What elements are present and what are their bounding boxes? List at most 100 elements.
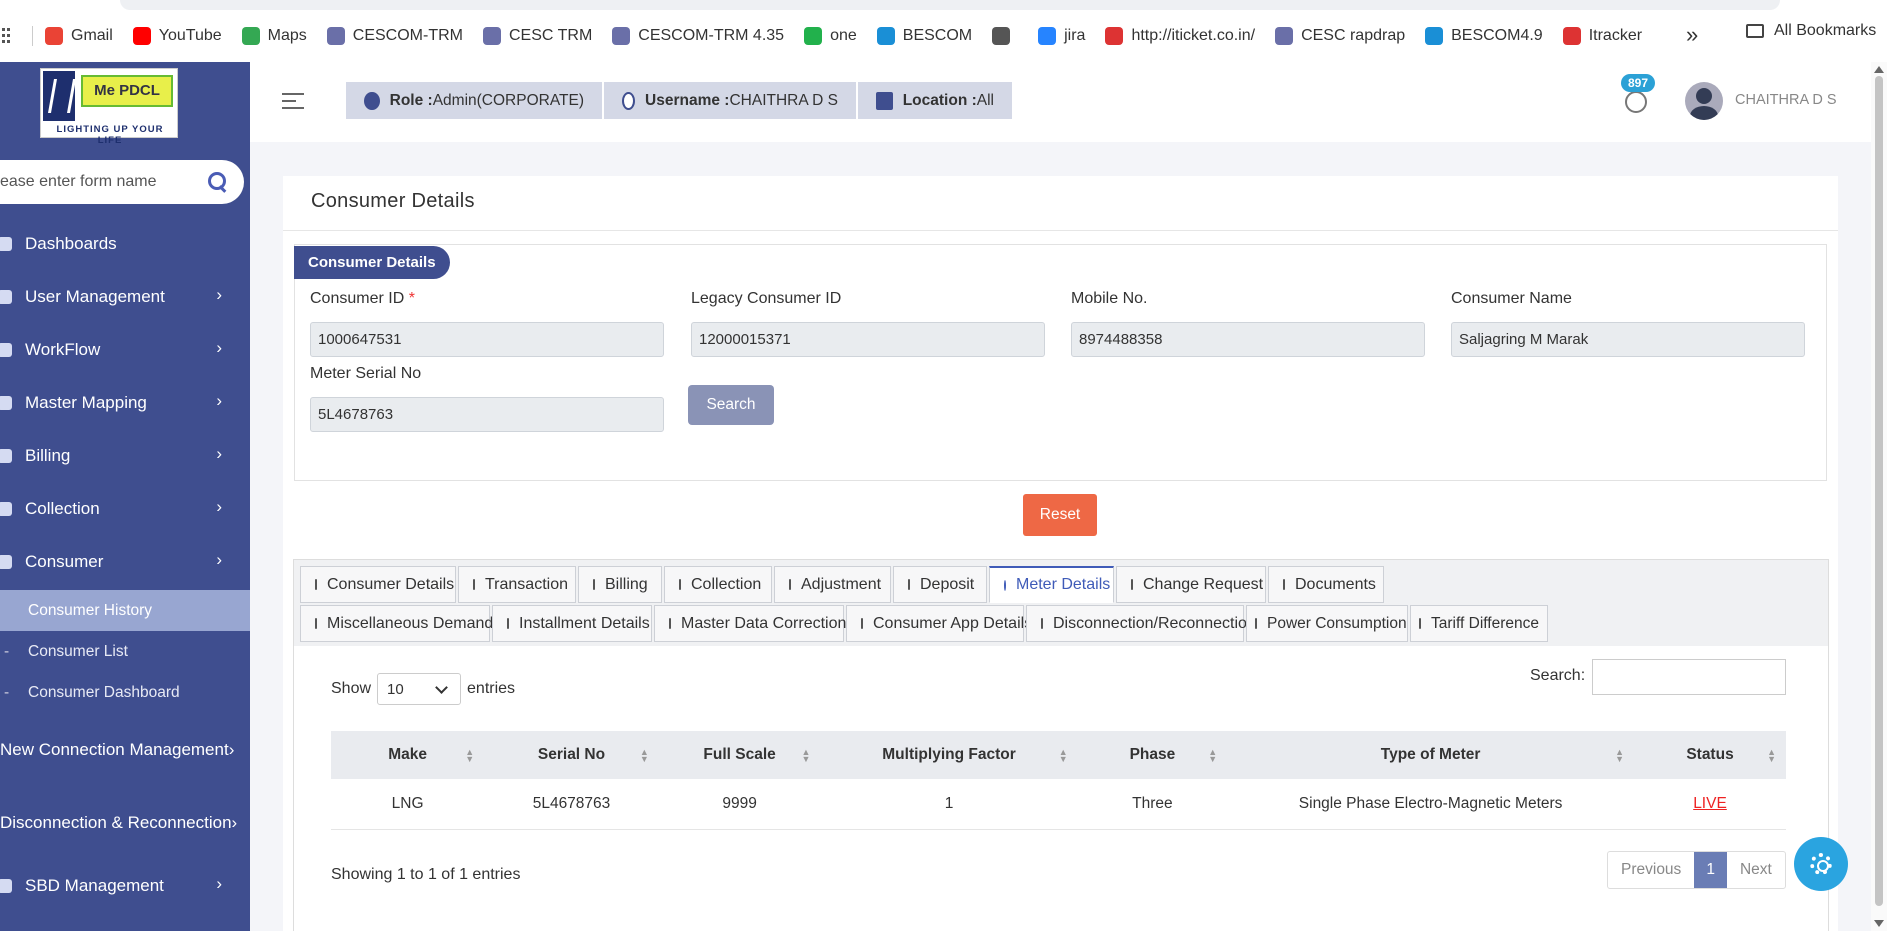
tab-billing[interactable]: Billing	[578, 566, 662, 603]
tab-disconnection-reconnection[interactable]: Disconnection/Reconnection	[1026, 605, 1256, 642]
legacy-consumer-id-field[interactable]: 12000015371	[691, 322, 1045, 357]
bookmark-label: one	[830, 27, 857, 44]
cell-status[interactable]: LIVE	[1634, 779, 1786, 830]
tab-change-request[interactable]: Change Request	[1116, 566, 1266, 603]
tab-transaction[interactable]: Transaction	[458, 566, 576, 603]
profile-name[interactable]: CHAITHRA D S	[1735, 92, 1837, 108]
sidebar-item-workflow[interactable]: WorkFlow ›	[0, 323, 250, 376]
tab-miscellaneous-demand[interactable]: Miscellaneous Demand	[300, 605, 493, 642]
apps-grid-icon[interactable]	[2, 28, 10, 44]
table-header-row: Make ▲ ▼ Serial No ▲ ▼ Full Scale ▲ ▼ Multiplying…	[331, 731, 1786, 779]
sidebar-item-new-connection-management[interactable]: New Connection Management ›	[0, 713, 250, 786]
previous-page-button[interactable]: Previous	[1608, 852, 1694, 888]
consumer-name-field[interactable]: Saljagring M Marak	[1451, 322, 1805, 357]
next-page-button[interactable]: Next	[1727, 852, 1785, 888]
role-label: Role :	[389, 91, 433, 109]
bookmark-item[interactable]: BESCOM	[876, 27, 972, 45]
search-icon[interactable]	[206, 170, 230, 194]
scroll-down-arrow-icon[interactable]	[1874, 920, 1884, 927]
table-row: LNG 5L4678763 9999 1 Three Single Phase Elect…	[331, 779, 1786, 830]
more-bookmarks-chevron-icon[interactable]: »	[1686, 22, 1698, 48]
column-header-make[interactable]: Make ▲ ▼	[331, 731, 485, 779]
mobile-no-field[interactable]: 8974488358	[1071, 322, 1425, 357]
tab-installment-details[interactable]: Installment Details	[492, 605, 652, 642]
tab-master-data-correction[interactable]: Master Data Correction	[654, 605, 846, 642]
bookmark-item[interactable]: Maps	[241, 27, 307, 45]
all-bookmarks-button[interactable]: All Bookmarks	[1746, 22, 1876, 40]
tab-icon	[507, 618, 509, 629]
settings-gear-icon[interactable]	[1794, 837, 1848, 891]
tab-documents[interactable]: Documents	[1268, 566, 1384, 603]
consumer-details-card: Consumer Details Consumer Details Consum…	[283, 176, 1838, 931]
bookmark-item[interactable]: BESCOM4.9	[1425, 27, 1543, 45]
tab-deposit[interactable]: Deposit	[893, 566, 987, 603]
tab-tariff-difference[interactable]: Tariff Difference	[1410, 605, 1548, 642]
monitor-icon	[0, 878, 12, 893]
bookmark-item[interactable]: one	[804, 27, 857, 45]
bookmark-item[interactable]	[992, 27, 1018, 45]
meter-serial-field[interactable]: 5L4678763	[310, 397, 664, 432]
tab-consumer-app-details[interactable]: Consumer App Details	[846, 605, 1032, 642]
column-header-full-scale[interactable]: Full Scale ▲ ▼	[658, 731, 821, 779]
menu-toggle-icon[interactable]	[282, 93, 304, 109]
bookmark-item[interactable]: Itracker	[1562, 27, 1642, 45]
sort-icon: ▲ ▼	[465, 747, 475, 764]
consumer-id-field[interactable]: 1000647531	[310, 322, 664, 357]
company-logo[interactable]: Me PDCL LIGHTING UP YOUR LIFE	[40, 68, 178, 146]
column-header-label: Type of Meter	[1380, 746, 1481, 763]
scroll-up-arrow-icon[interactable]	[1874, 66, 1884, 73]
bookmark-label: YouTube	[158, 27, 222, 44]
bookmark-item[interactable]: Gmail	[45, 27, 113, 45]
column-header-status[interactable]: Status ▲ ▼	[1634, 731, 1786, 779]
tab-label: Transaction	[485, 575, 568, 593]
column-header-type-of-meter[interactable]: Type of Meter ▲ ▼	[1227, 731, 1634, 779]
sidebar-item-sbd-management[interactable]: SBD Management ›	[0, 859, 250, 912]
tab-label: Deposit	[920, 575, 975, 593]
tab-collection[interactable]: Collection	[664, 566, 772, 603]
avatar[interactable]	[1685, 82, 1723, 120]
sidebar-item-master-mapping[interactable]: Master Mapping ›	[0, 376, 250, 429]
globe-icon	[992, 27, 1011, 45]
column-header-multiplying-factor[interactable]: Multiplying Factor ▲ ▼	[820, 731, 1078, 779]
column-header-serial-no[interactable]: Serial No ▲ ▼	[484, 731, 659, 779]
required-marker: *	[408, 290, 415, 307]
bookmark-item[interactable]: http://iticket.co.in/	[1105, 27, 1255, 45]
tab-meter-details[interactable]: Meter Details	[989, 566, 1114, 603]
sidebar-item-disconnection-reconnection[interactable]: Disconnection & Reconnection ›	[0, 786, 250, 859]
tab-adjustment[interactable]: Adjustment	[774, 566, 891, 603]
sidebar-subitem-consumer-list[interactable]: - Consumer List	[0, 631, 250, 672]
sidebar-item-collection[interactable]: Collection ›	[0, 482, 250, 535]
sidebar-item-consumer[interactable]: Consumer ›	[0, 535, 250, 588]
consumer-id-label-text: Consumer ID	[310, 290, 405, 307]
bookmark-item[interactable]: CESCOM-TRM	[326, 27, 463, 45]
bookmark-label: CESCOM-TRM	[352, 27, 463, 44]
column-header-phase[interactable]: Phase ▲ ▼	[1077, 731, 1228, 779]
page-title: Consumer Details	[311, 190, 475, 212]
page-scrollbar[interactable]	[1871, 62, 1887, 931]
sidebar-subitem-consumer-history[interactable]: -Consumer History	[0, 590, 250, 631]
search-button[interactable]: Search	[688, 385, 774, 425]
sidebar-item-label: WorkFlow	[25, 339, 101, 359]
page-1-button[interactable]: 1	[1694, 852, 1727, 888]
all-bookmarks-label: All Bookmarks	[1774, 22, 1877, 39]
tab-icon	[789, 579, 791, 590]
sidebar-item-billing[interactable]: Billing ›	[0, 429, 250, 482]
page-size-select[interactable]: 10	[377, 673, 462, 705]
bookmark-item[interactable]: YouTube	[132, 27, 222, 45]
sidebar-item-user-management[interactable]: User Management ›	[0, 270, 250, 323]
sidebar-subitem-consumer-dashboard[interactable]: - Consumer Dashboard	[0, 672, 250, 713]
sidebar-item-dashboards[interactable]: Dashboards	[0, 217, 250, 270]
form-search-input[interactable]: ease enter form name	[0, 160, 244, 204]
table-search-input[interactable]	[1592, 659, 1786, 695]
bookmark-item[interactable]: CESCOM-TRM 4.35	[612, 27, 784, 45]
bookmark-item[interactable]: CESC rapdrap	[1275, 27, 1405, 45]
scroll-thumb[interactable]	[1875, 76, 1883, 906]
tab-consumer-details[interactable]: Consumer Details	[300, 566, 456, 603]
bookmark-item[interactable]: jira	[1038, 27, 1085, 45]
reset-button[interactable]: Reset	[1023, 494, 1097, 536]
bookmark-item[interactable]: CESC TRM	[483, 27, 592, 45]
sort-icon: ▲ ▼	[801, 747, 811, 764]
clock-notification-icon[interactable]	[1625, 91, 1647, 113]
column-header-label: Make	[388, 746, 427, 763]
tab-power-consumption[interactable]: Power Consumption	[1246, 605, 1408, 642]
